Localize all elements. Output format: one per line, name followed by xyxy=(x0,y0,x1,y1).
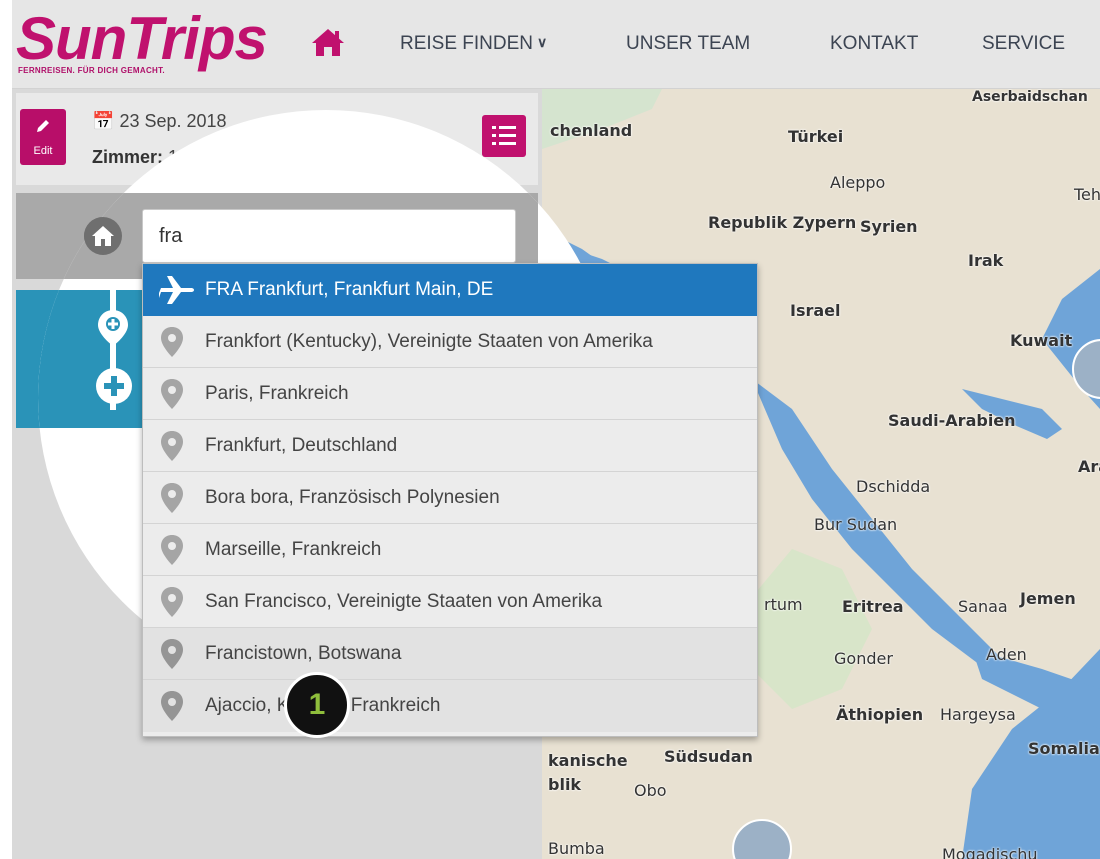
map-label: Saudi-Arabien xyxy=(888,411,1016,430)
suggestion-text: FRA Frankfurt, Frankfurt Main, DE xyxy=(205,279,494,300)
autocomplete-dropdown: FRA Frankfurt, Frankfurt Main, DE Frankf… xyxy=(142,263,758,737)
nav-reise-finden[interactable]: REISE FINDEN ∨ xyxy=(400,33,547,55)
map-label: Aserbaidschan xyxy=(972,89,1088,105)
suggestion-text: San Francisco, Vereinigte Staaten von Am… xyxy=(205,591,603,612)
suggestion-item[interactable]: San Francisco, Vereinigte Staaten von Am… xyxy=(143,576,757,628)
date-value: 23 Sep. 2018 xyxy=(119,111,227,131)
airplane-icon xyxy=(159,276,194,304)
suggestion-item[interactable]: Frankfort (Kentucky), Vereinigte Staaten… xyxy=(143,316,757,368)
map-label: Somalia xyxy=(1028,739,1100,758)
map-pin-icon xyxy=(161,691,183,721)
list-ordered-icon xyxy=(492,126,516,145)
suggestion-item[interactable]: Marseille, Frankreich xyxy=(143,524,757,576)
map-label: Gonder xyxy=(834,649,893,668)
suggestion-item[interactable]: Francistown, Botswana xyxy=(143,628,757,680)
travel-date: 📅 23 Sep. 2018 xyxy=(92,111,227,132)
edit-label: Edit xyxy=(33,145,53,157)
suntrips-logo[interactable]: SunTrips FERNREISEN. FÜR DICH GEMACHT. xyxy=(16,6,306,82)
map-label: Kuwait xyxy=(1010,331,1073,350)
suggestion-text: Francistown, Botswana xyxy=(205,643,402,664)
map-pin-icon xyxy=(161,639,183,669)
map-label: Dschidda xyxy=(856,477,931,496)
map-pin-icon xyxy=(161,535,183,565)
suggestion-text: Frankfurt, Deutschland xyxy=(205,435,398,456)
map-label: Teh xyxy=(1074,185,1100,204)
add-stop-pin-icon[interactable] xyxy=(96,308,130,348)
map-pin-icon xyxy=(161,327,183,357)
logo-text: SunTrips xyxy=(16,5,268,72)
nav-service[interactable]: SERVICE xyxy=(982,33,1065,55)
map-label: Obo xyxy=(634,781,667,800)
pencil-icon xyxy=(37,120,49,132)
map-label: Äthiopien xyxy=(836,705,924,724)
calendar-icon: 📅 xyxy=(92,111,115,131)
map-label: Irak xyxy=(968,251,1004,270)
chevron-down-icon: ∨ xyxy=(537,34,548,50)
location-search-input[interactable] xyxy=(142,209,516,263)
reorder-list-button[interactable] xyxy=(482,115,526,157)
map-label: Jemen xyxy=(1020,589,1076,608)
map-pin-icon xyxy=(161,483,183,513)
suggestion-text: Bora bora, Französisch Polynesien xyxy=(205,487,500,508)
map-label: Bur Sudan xyxy=(814,515,898,534)
map-label: Syrien xyxy=(860,217,918,236)
nav-unser-team[interactable]: UNSER TEAM xyxy=(626,33,750,55)
step-badge: 1 xyxy=(284,672,350,738)
edit-button[interactable]: Edit xyxy=(20,109,66,165)
suggestion-item[interactable]: Frankfurt, Deutschland xyxy=(143,420,757,472)
step-number: 1 xyxy=(308,688,326,721)
map-label: Türkei xyxy=(788,127,844,146)
nav-label: REISE FINDEN xyxy=(400,33,534,54)
map-label: Hargeysa xyxy=(940,705,1016,724)
map-label: Sanaa xyxy=(958,597,1008,616)
map-label: chenland xyxy=(550,121,633,140)
map-label: Mogadischu xyxy=(942,845,1038,859)
suggestion-text: Frankfort (Kentucky), Vereinigte Staaten… xyxy=(205,331,653,352)
map-pin-icon xyxy=(161,587,183,617)
suggestion-item[interactable]: Bora bora, Französisch Polynesien xyxy=(143,472,757,524)
suggestion-item[interactable]: Paris, Frankreich xyxy=(143,368,757,420)
map-label: Republik Zypern xyxy=(708,213,857,232)
map-label: rtum xyxy=(764,595,803,614)
map-label: Aden xyxy=(986,645,1027,664)
suggestion-text: Paris, Frankreich xyxy=(205,383,349,404)
map-label: Israel xyxy=(790,301,841,320)
suggestion-item[interactable]: Ajaccio, Korsika, Frankreich xyxy=(143,680,757,732)
logo-tagline: FERNREISEN. FÜR DICH GEMACHT. xyxy=(18,66,165,75)
add-destination-icon[interactable] xyxy=(96,368,132,404)
home-icon[interactable] xyxy=(310,26,346,58)
top-navigation: SunTrips FERNREISEN. FÜR DICH GEMACHT. R… xyxy=(12,0,1100,89)
map-label: Ara xyxy=(1078,457,1100,476)
map-label: Aleppo xyxy=(830,173,886,192)
map-pin-icon xyxy=(161,431,183,461)
map-pin-icon xyxy=(161,379,183,409)
map-label: Südsudan xyxy=(664,747,753,766)
suggestion-item[interactable]: FRA Frankfurt, Frankfurt Main, DE xyxy=(143,264,757,316)
nav-kontakt[interactable]: KONTAKT xyxy=(830,33,918,55)
map-label: kanische xyxy=(548,751,628,770)
suggestion-text: Marseille, Frankreich xyxy=(205,539,382,560)
map-label: Bumba xyxy=(548,839,605,858)
map-label: Eritrea xyxy=(842,597,904,616)
rooms-label: Zimmer: xyxy=(92,147,164,167)
map-label: blik xyxy=(548,775,582,794)
home-circle-icon xyxy=(84,217,122,255)
